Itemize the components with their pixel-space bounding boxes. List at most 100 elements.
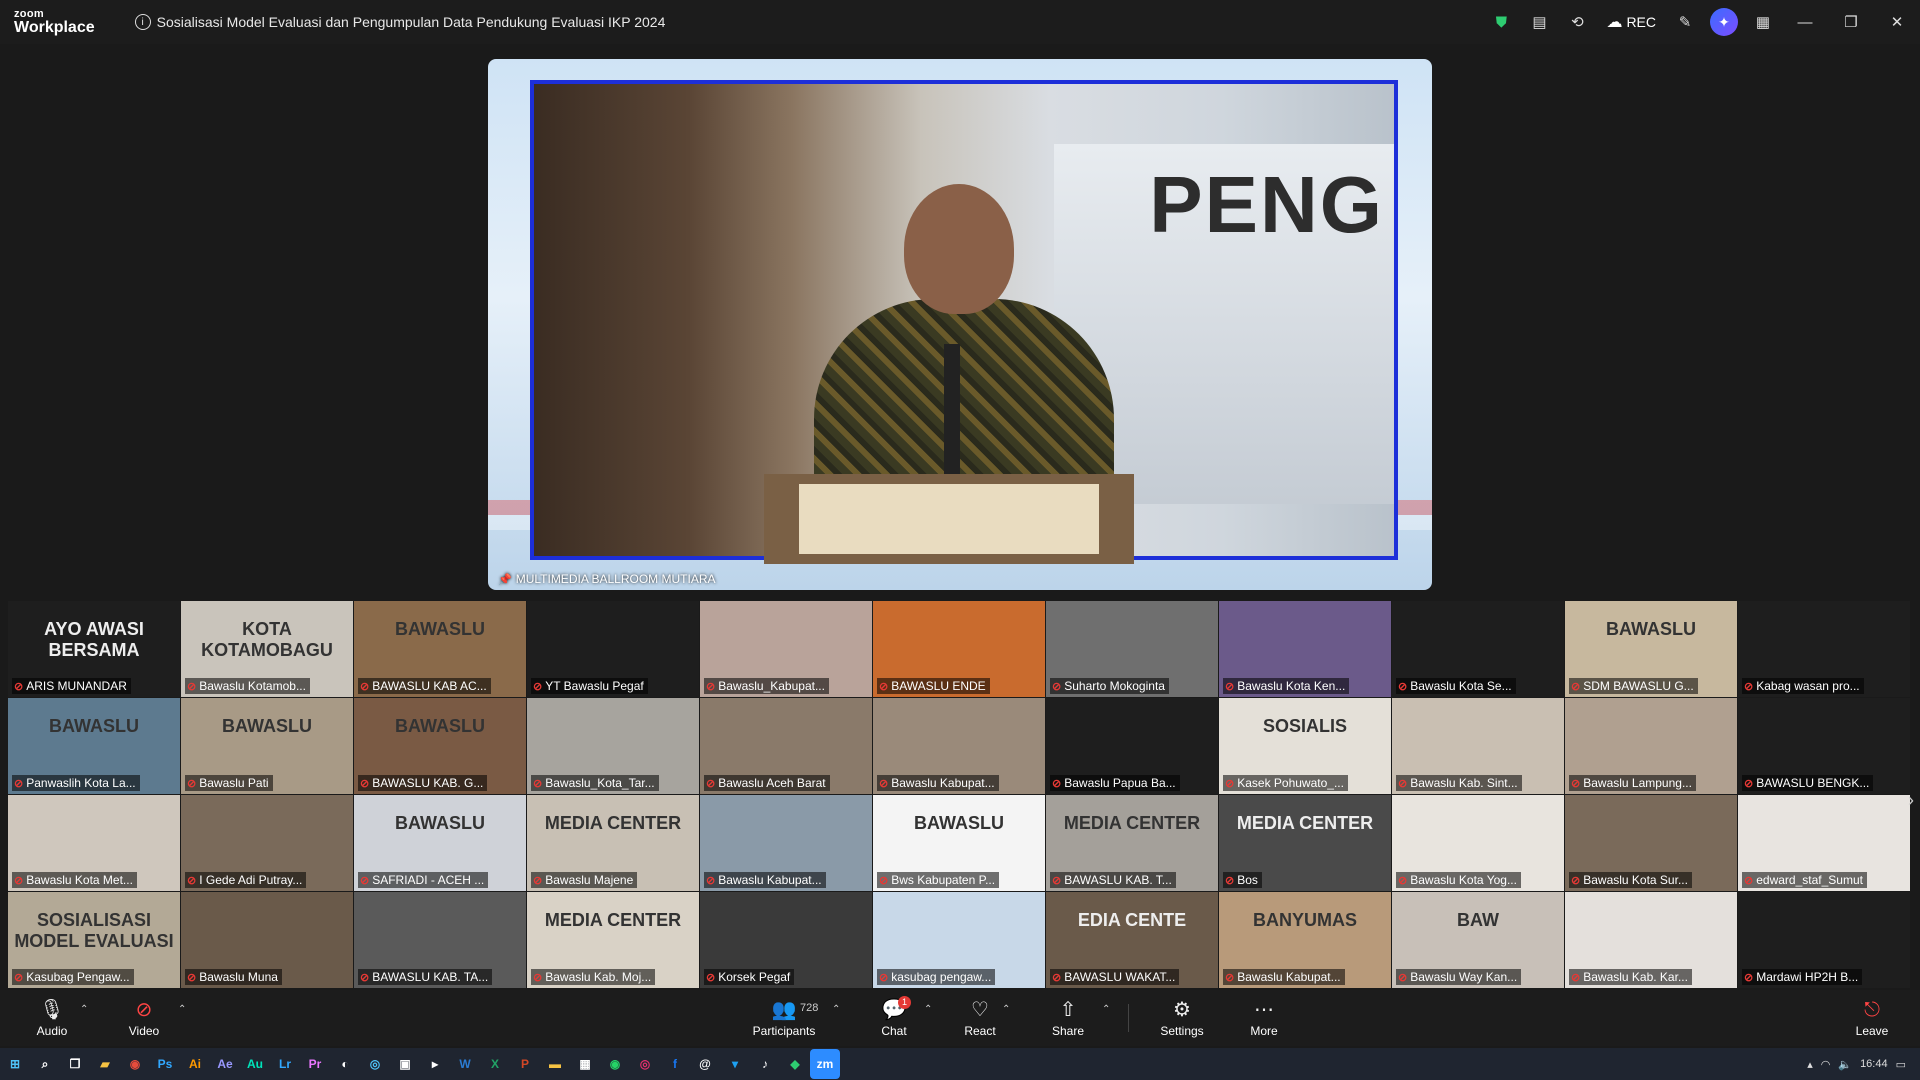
participant-tile[interactable]: ⊘ BAWASLU BENGK... [1738, 698, 1910, 794]
participant-tile[interactable]: ⊘ Bawaslu Kabupat... [873, 698, 1045, 794]
instagram-icon[interactable]: ◎ [630, 1049, 660, 1079]
chat-options-caret[interactable]: ⌃ [924, 1004, 932, 1015]
audio-button[interactable]: 🎙 Audio [32, 990, 72, 1046]
participant-tile[interactable]: MEDIA CENTER ⊘ Bawaslu Kab. Moj... [527, 892, 699, 988]
app-icon[interactable]: ◐ [330, 1049, 360, 1079]
active-speaker-video[interactable]: PENG 📌 MULTIMEDIA BALLROOM MUTIARA [488, 59, 1432, 590]
notification-icon[interactable]: ▭ [1896, 1058, 1906, 1071]
participant-tile[interactable]: ⊘ Bawaslu Kota Yog... [1392, 795, 1564, 891]
react-options-caret[interactable]: ⌃ [1002, 1004, 1010, 1015]
ai-companion-icon[interactable]: ✦ [1710, 8, 1738, 36]
search-icon[interactable]: ⌕ [30, 1049, 60, 1079]
app-icon[interactable]: ▣ [390, 1049, 420, 1079]
illustrator-icon[interactable]: Ai [180, 1049, 210, 1079]
photoshop-icon[interactable]: Ps [150, 1049, 180, 1079]
participant-tile[interactable]: ⊘ kasubag pengaw... [873, 892, 1045, 988]
participant-tile[interactable]: BAWASLU ⊘ SAFRIADI - ACEH ... [354, 795, 526, 891]
participant-tile[interactable]: ⊘ Mardawi HP2H B... [1738, 892, 1910, 988]
meeting-title[interactable]: i Sosialisasi Model Evaluasi dan Pengump… [134, 14, 665, 30]
participant-tile[interactable]: MEDIA CENTER ⊘ Bos [1219, 795, 1391, 891]
recording-indicator[interactable]: ☁ REC [1606, 12, 1656, 32]
participant-tile[interactable]: ⊘ Bawaslu Kabupat... [700, 795, 872, 891]
audio-options-caret[interactable]: ⌃ [80, 1004, 88, 1015]
participant-tile[interactable]: ⊘ Suharto Mokoginta [1046, 601, 1218, 697]
after-effects-icon[interactable]: Ae [210, 1049, 240, 1079]
threads-icon[interactable]: @ [690, 1049, 720, 1079]
video-options-caret[interactable]: ⌃ [178, 1004, 186, 1015]
whatsapp-icon[interactable]: ◉ [600, 1049, 630, 1079]
close-icon[interactable]: ✕ [1874, 0, 1920, 44]
next-page-icon[interactable]: › [1908, 790, 1914, 811]
participant-tile[interactable]: ⊘ Bawaslu Kota Se... [1392, 601, 1564, 697]
participant-tile[interactable]: ⊘ BAWASLU KAB. TA... [354, 892, 526, 988]
chrome-icon[interactable]: ◉ [120, 1049, 150, 1079]
participant-tile[interactable]: BAWASLU ⊘ Bawaslu Pati [181, 698, 353, 794]
participant-tile[interactable]: ⊘ Bawaslu Lampung... [1565, 698, 1737, 794]
speaker-icon[interactable]: 🔈 [1838, 1058, 1852, 1071]
share-button[interactable]: ⇧ Share [1048, 990, 1088, 1046]
lightroom-icon[interactable]: Lr [270, 1049, 300, 1079]
powerpoint-icon[interactable]: P [510, 1049, 540, 1079]
participant-tile[interactable]: SOSIALIS ⊘ Kasek Pohuwato_... [1219, 698, 1391, 794]
participant-tile[interactable]: BAW ⊘ Bawaslu Way Kan... [1392, 892, 1564, 988]
participant-tile[interactable]: ⊘ Bawaslu Papua Ba... [1046, 698, 1218, 794]
tray-icon[interactable]: ▴ [1807, 1058, 1813, 1071]
info-icon[interactable]: i [134, 14, 151, 30]
audition-icon[interactable]: Au [240, 1049, 270, 1079]
participant-tile[interactable]: SOSIALISASI MODEL EVALUASI ⊘ Kasubag Penga… [8, 892, 180, 988]
file-explorer-icon[interactable]: ▰ [90, 1049, 120, 1079]
task-view-icon[interactable]: ❐ [60, 1049, 90, 1079]
restore-icon[interactable]: ❐ [1828, 0, 1874, 44]
shield-icon[interactable]: ⛊ [1490, 11, 1512, 33]
participant-tile[interactable]: BAWASLU ⊘ BAWASLU KAB AC... [354, 601, 526, 697]
windows-start-icon[interactable]: ⊞ [0, 1049, 30, 1079]
participant-tile[interactable]: ⊘ Bawaslu Kota Met... [8, 795, 180, 891]
leave-button[interactable]: ⎋ Leave [1852, 990, 1892, 1046]
participant-tile[interactable]: ⊘ Bawaslu Kab. Sint... [1392, 698, 1564, 794]
premiere-icon[interactable]: Pr [300, 1049, 330, 1079]
react-button[interactable]: ♡ React [960, 990, 1000, 1046]
participant-tile[interactable]: KOTA KOTAMOBAGU ⊘ Bawaslu Kotamob... [181, 601, 353, 697]
notes-icon[interactable]: ▤ [1528, 11, 1550, 33]
participant-tile[interactable]: ⊘ Bawaslu_Kabupat... [700, 601, 872, 697]
zoom-icon[interactable]: zm [810, 1049, 840, 1079]
participants-button[interactable]: 👥 Participants [748, 990, 820, 1046]
participants-options-caret[interactable]: ⌃ [832, 1004, 840, 1015]
more-button[interactable]: ⋯ More [1244, 990, 1284, 1046]
facebook-icon[interactable]: f [660, 1049, 690, 1079]
participant-tile[interactable]: BAWASLU ⊘ Bws Kabupaten P... [873, 795, 1045, 891]
wifi-icon[interactable]: ◠ [1821, 1058, 1831, 1071]
participant-tile[interactable]: BAWASLU ⊘ BAWASLU KAB. G... [354, 698, 526, 794]
participant-tile[interactable]: ⊘ Korsek Pegaf [700, 892, 872, 988]
participant-tile[interactable]: BAWASLU ⊘ Panwaslih Kota La... [8, 698, 180, 794]
clock[interactable]: 16:44 [1860, 1058, 1888, 1070]
app-icon[interactable]: ◎ [360, 1049, 390, 1079]
sticky-notes-icon[interactable]: ▬ [540, 1049, 570, 1079]
participant-tile[interactable]: ⊘ Bawaslu Aceh Barat [700, 698, 872, 794]
minimize-icon[interactable]: — [1782, 0, 1828, 44]
participant-tile[interactable]: AYO AWASI BERSAMA ⊘ ARIS MUNANDAR [8, 601, 180, 697]
word-icon[interactable]: W [450, 1049, 480, 1079]
settings-button[interactable]: ⚙ Settings [1154, 990, 1210, 1046]
video-button[interactable]: ⊘ Video [124, 990, 164, 1046]
participant-tile[interactable]: ⊘ Bawaslu Kota Sur... [1565, 795, 1737, 891]
app-icon[interactable]: ◆ [780, 1049, 810, 1079]
share-options-caret[interactable]: ⌃ [1102, 1004, 1110, 1015]
participant-tile[interactable]: ⊘ Bawaslu Kab. Kar... [1565, 892, 1737, 988]
participant-tile[interactable]: MEDIA CENTER ⊘ Bawaslu Majene [527, 795, 699, 891]
tiktok-icon[interactable]: ♪ [750, 1049, 780, 1079]
participant-tile[interactable]: ⊘ I Gede Adi Putray... [181, 795, 353, 891]
participant-tile[interactable]: ⊘ edward_staf_Sumut [1738, 795, 1910, 891]
participant-tile[interactable]: ⊘ Bawaslu_Kota_Tar... [527, 698, 699, 794]
participant-tile[interactable]: BANYUMAS ⊘ Bawaslu Kabupat... [1219, 892, 1391, 988]
participant-tile[interactable]: MEDIA CENTER ⊘ BAWASLU KAB. T... [1046, 795, 1218, 891]
participant-tile[interactable]: ⊘ YT Bawaslu Pegaf [527, 601, 699, 697]
edit-icon[interactable]: ✎ [1674, 11, 1696, 33]
apps-sync-icon[interactable]: ⟲ [1566, 11, 1588, 33]
participant-tile[interactable]: EDIA CENTE ⊘ BAWASLU WAKAT... [1046, 892, 1218, 988]
excel-icon[interactable]: X [480, 1049, 510, 1079]
grid-view-icon[interactable]: ▦ [1752, 11, 1774, 33]
participant-tile[interactable]: ⊘ Kabag wasan pro... [1738, 601, 1910, 697]
twitter-icon[interactable]: ▾ [720, 1049, 750, 1079]
app-icon[interactable]: ▸ [420, 1049, 450, 1079]
